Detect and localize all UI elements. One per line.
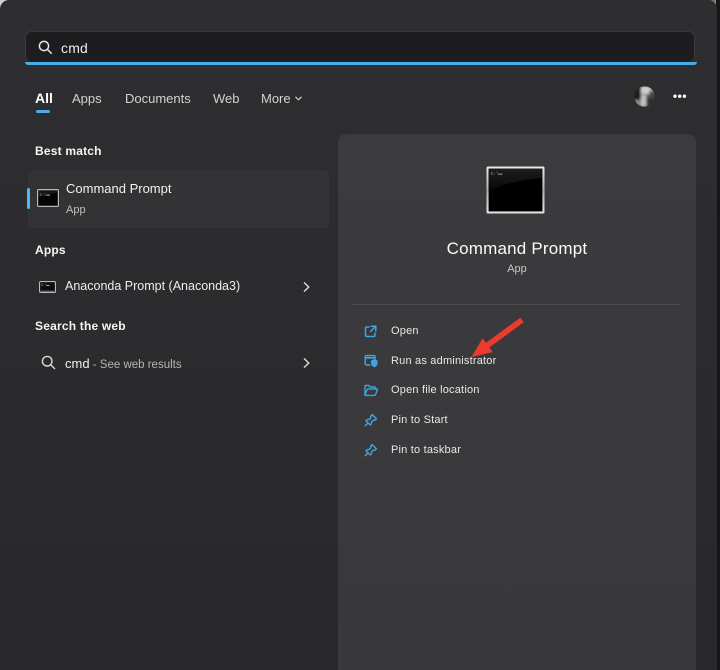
svg-text:C:\: C:\ — [41, 283, 47, 288]
svg-text:C:\: C:\ — [40, 193, 48, 198]
svg-text:C:\: C:\ — [491, 171, 500, 177]
